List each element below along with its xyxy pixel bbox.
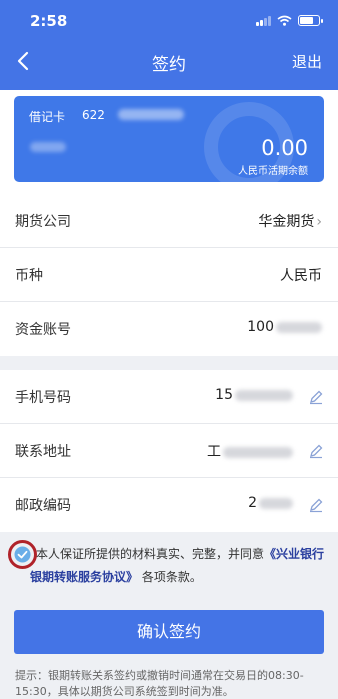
field-phone-value: 15: [215, 387, 293, 403]
field-currency-label: 币种: [15, 268, 43, 284]
page-title: 签约: [152, 55, 186, 75]
nav-bar: 签约 退出: [0, 40, 338, 84]
wifi-icon: [277, 15, 292, 26]
edit-phone-icon[interactable]: [308, 389, 324, 405]
field-company-label: 期货公司: [15, 214, 71, 230]
card-section: 借记卡 622 0.00 人民币活期余额: [0, 90, 338, 194]
card-number-mask: [118, 109, 184, 120]
field-address-value: 工: [207, 441, 293, 461]
card-type: 借记卡: [29, 110, 66, 124]
debit-card[interactable]: 借记卡 622 0.00 人民币活期余额: [14, 96, 324, 182]
card-holder-mask: [30, 142, 66, 152]
status-icons: [256, 15, 323, 26]
status-bar: 2:58: [0, 0, 338, 36]
card-balance: 0.00: [261, 136, 308, 160]
field-postcode[interactable]: 邮政编码 2: [0, 478, 338, 532]
field-company[interactable]: 期货公司 华金期货 ›: [0, 194, 338, 248]
field-address[interactable]: 联系地址 工: [0, 424, 338, 478]
field-postcode-label: 邮政编码: [15, 498, 71, 514]
field-postcode-value: 2: [248, 495, 293, 511]
field-account-label: 资金账号: [15, 322, 71, 338]
battery-icon: [298, 15, 323, 26]
edit-postcode-icon[interactable]: [308, 497, 324, 513]
card-balance-label: 人民币活期余额: [238, 166, 308, 177]
agreement-text: 本人保证所提供的材料真实、完整，并同意《兴业银行银期转账服务协议》 各项条款。: [30, 547, 325, 584]
chevron-right-icon: ›: [316, 214, 322, 230]
confirm-sign-button[interactable]: 确认签约: [14, 610, 324, 654]
card-number: 622: [82, 108, 105, 122]
agreement-section: 本人保证所提供的材料真实、完整，并同意《兴业银行银期转账服务协议》 各项条款。: [0, 536, 338, 592]
field-account-value: 100: [247, 319, 322, 335]
field-address-label: 联系地址: [15, 444, 71, 460]
postcode-mask: [259, 497, 293, 509]
edit-address-icon[interactable]: [308, 443, 324, 459]
field-company-value: 华金期货 ›: [258, 214, 322, 230]
header: 2:58 签约 退出: [0, 0, 338, 90]
field-account: 资金账号 100: [0, 302, 338, 356]
account-mask: [276, 321, 322, 333]
field-phone-label: 手机号码: [15, 390, 71, 406]
field-currency: 币种 人民币: [0, 248, 338, 302]
logout-button[interactable]: 退出: [292, 51, 322, 72]
status-time: 2:58: [30, 12, 68, 30]
phone-mask: [235, 389, 293, 401]
tip-text: 提示：银期转账关系签约或撤销时间通常在交易日的08:30-15:30，具体以期货…: [15, 669, 304, 698]
signal-icon: [256, 16, 271, 26]
field-phone[interactable]: 手机号码 15: [0, 370, 338, 424]
field-currency-value: 人民币: [280, 268, 322, 284]
agreement-checkbox[interactable]: [14, 546, 31, 563]
address-mask: [223, 446, 293, 458]
